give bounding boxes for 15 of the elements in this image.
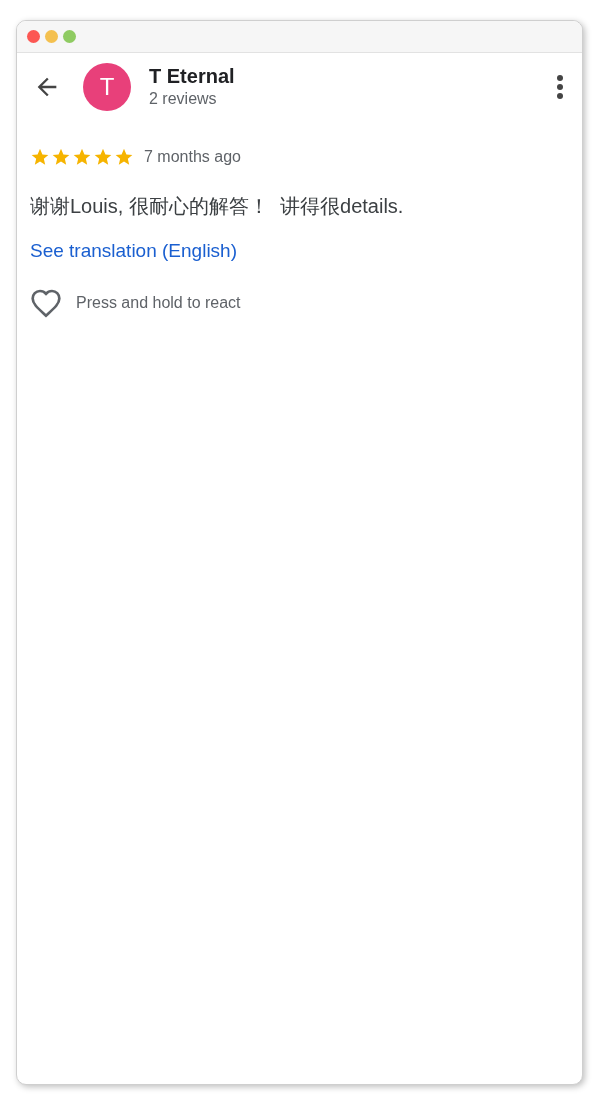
star-icon	[114, 147, 134, 167]
avatar: T	[83, 63, 131, 111]
review-count: 2 reviews	[149, 89, 218, 109]
react-hint: Press and hold to react	[76, 292, 241, 313]
star-icon	[72, 147, 92, 167]
review-text: 谢谢Louis, 很耐心的解答！ 讲得很details.	[30, 194, 405, 219]
star-icon	[51, 147, 71, 167]
close-icon[interactable]	[27, 30, 40, 43]
heart-icon[interactable]	[30, 287, 62, 318]
translation-link[interactable]: See translation (English)	[30, 237, 569, 266]
star-icon	[30, 147, 50, 167]
more-options-icon[interactable]	[556, 74, 564, 100]
reviewer-name: T Eternal	[149, 64, 236, 88]
review-time: 7 months ago	[144, 147, 241, 167]
star-icon	[93, 147, 113, 167]
